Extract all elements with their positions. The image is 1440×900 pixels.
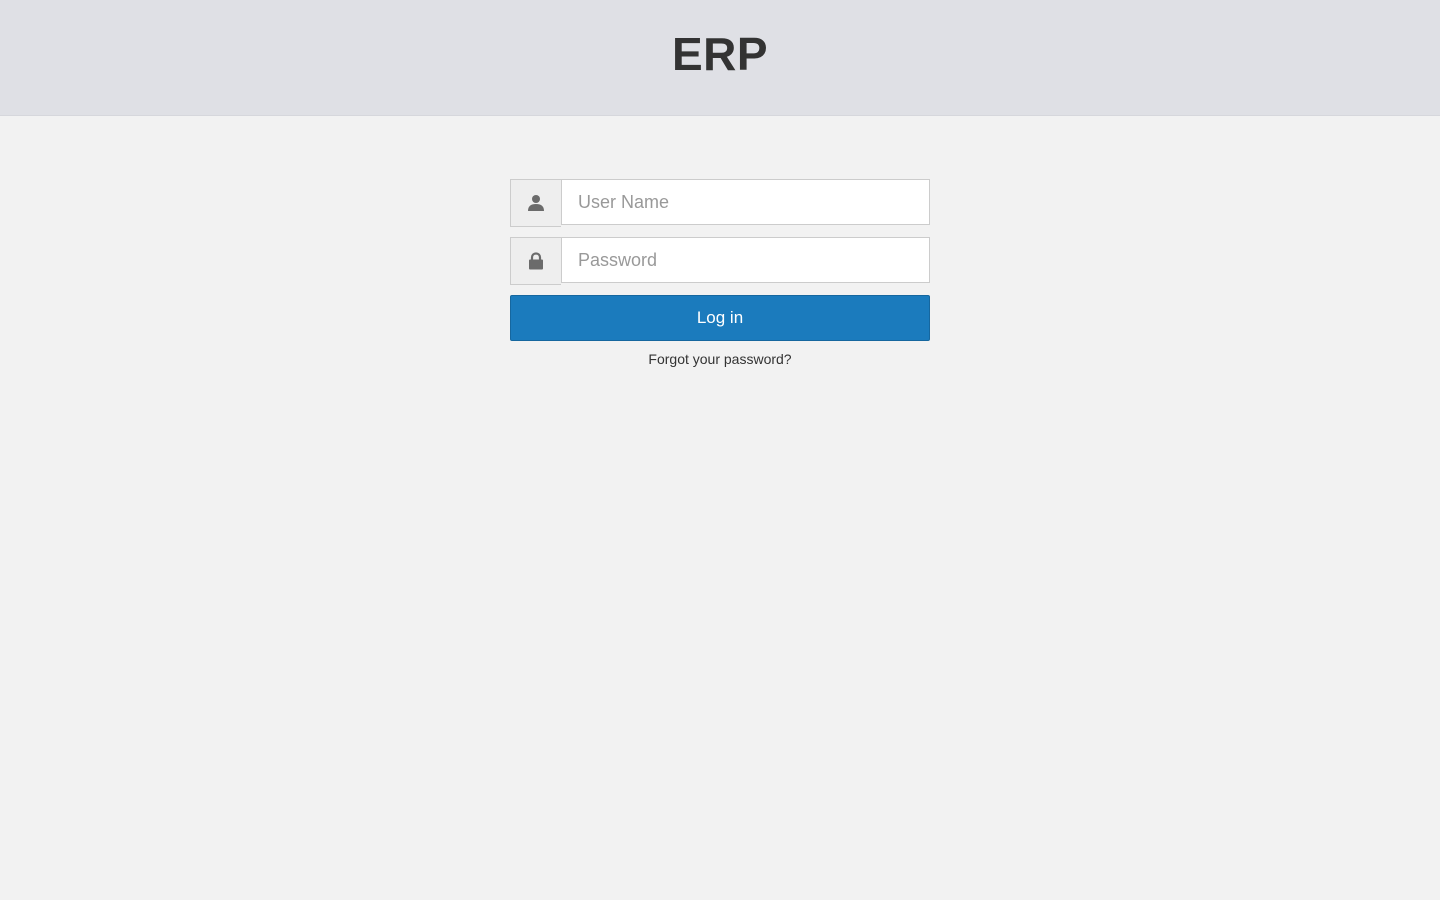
lock-icon [528, 252, 544, 270]
header-bar: ERP [0, 0, 1440, 116]
forgot-password-link[interactable]: Forgot your password? [510, 351, 930, 367]
user-icon [527, 194, 545, 212]
login-form: Log in Forgot your password? [510, 179, 930, 367]
username-input[interactable] [562, 180, 929, 224]
password-addon [510, 237, 561, 285]
login-button[interactable]: Log in [510, 295, 930, 341]
password-field-wrapper [561, 237, 930, 283]
username-group [510, 179, 930, 227]
username-field-wrapper [561, 179, 930, 225]
username-addon [510, 179, 561, 227]
app-title: ERP [671, 28, 769, 80]
password-group [510, 237, 930, 285]
password-input[interactable] [562, 238, 929, 282]
